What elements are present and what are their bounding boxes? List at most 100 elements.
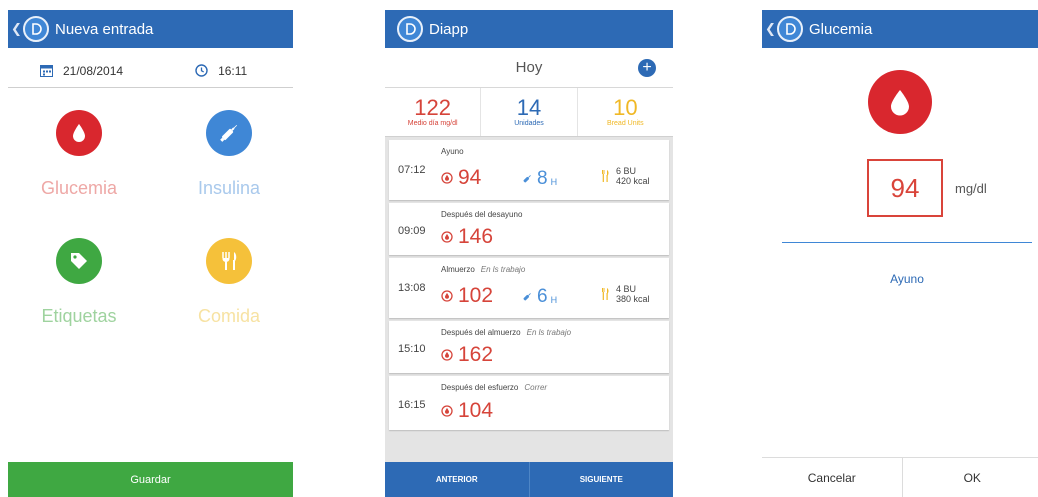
entry-row[interactable]: 15:10 Después del almuerzo En ls trabajo … xyxy=(389,321,669,373)
app-logo-icon[interactable] xyxy=(23,16,49,42)
insulin-unit: H xyxy=(550,295,558,305)
insulin-unit: H xyxy=(550,177,558,187)
category-label: Etiquetas xyxy=(41,306,117,326)
glucose-value: 104 xyxy=(458,399,494,422)
stat-value: 14 xyxy=(516,94,542,120)
glucose-value-input[interactable]: 94 xyxy=(867,159,943,217)
stat-average: 122 Medio día mg/dl xyxy=(385,88,482,136)
date-picker[interactable]: 21/08/2014 xyxy=(40,64,123,78)
daily-stats: 122 Medio día mg/dl 14 Unidades 10 Bread… xyxy=(385,88,673,137)
cancel-button[interactable]: Cancelar xyxy=(762,458,903,497)
entry-row[interactable]: 13:08 Almuerzo En ls trabajo 102 6 H 4 BU… xyxy=(389,258,669,318)
divider xyxy=(782,242,1032,243)
category-label: Insulina xyxy=(197,178,261,198)
entry-tag: En ls trabajo xyxy=(480,265,526,274)
glucose-entry-screen: ❮ Glucemia 94 mg/dl Ayuno Cancelar OK xyxy=(762,10,1038,497)
entry-name-text: Almuerzo xyxy=(441,265,475,274)
category-etiquetas[interactable]: Etiquetas xyxy=(14,238,144,327)
entry-time: 16:15 xyxy=(398,399,426,411)
entry-row[interactable]: 16:15 Después del esfuerzo Correr 104 xyxy=(389,376,669,430)
entry-time: 13:08 xyxy=(398,282,426,294)
entry-name: Ayuno xyxy=(441,147,464,156)
stat-bread-units: 10 Bread Units xyxy=(578,88,673,136)
glucose-reading: 102 xyxy=(441,284,493,308)
previous-button[interactable]: ANTERIOR xyxy=(385,462,530,497)
save-button[interactable]: Guardar xyxy=(8,462,293,497)
entry-name: Después del almuerzo En ls trabajo xyxy=(441,328,571,337)
tag-icon xyxy=(56,238,102,284)
fork-knife-icon xyxy=(206,238,252,284)
meal-tag[interactable]: Ayuno xyxy=(762,272,1038,286)
food-bu: 6 BU xyxy=(616,166,637,176)
clock-icon xyxy=(195,64,208,77)
entry-time: 15:10 xyxy=(398,343,426,355)
screen-title: Glucemia xyxy=(809,20,873,38)
food-bu: 4 BU xyxy=(616,284,637,294)
blood-drop-icon xyxy=(868,70,932,134)
dialog-buttons: Cancelar OK xyxy=(762,457,1038,497)
app-bar: ❮ Nueva entrada xyxy=(8,10,293,48)
glucose-reading: 94 xyxy=(441,166,481,190)
glucose-value: 162 xyxy=(458,343,494,366)
date-time-row: 21/08/2014 16:11 xyxy=(8,54,293,88)
entry-name-text: Ayuno xyxy=(441,147,464,156)
syringe-icon xyxy=(523,293,531,301)
blood-drop-icon xyxy=(441,290,453,302)
entry-row[interactable]: 07:12 Ayuno 94 8 H 6 BU 420 kcal xyxy=(389,140,669,200)
day-header: Hoy + xyxy=(385,48,673,88)
day-label: Hoy xyxy=(515,59,543,76)
new-entry-screen: ❮ Nueva entrada 21/08/2014 16:11 Glucemi… xyxy=(8,10,293,497)
time-picker[interactable]: 16:11 xyxy=(195,64,247,78)
entry-name: Después del desayuno xyxy=(441,210,522,219)
category-insulina[interactable]: Insulina xyxy=(164,110,293,199)
fork-knife-icon xyxy=(602,170,609,182)
stat-label: Unidades xyxy=(514,119,544,127)
app-bar: ❮ Glucemia xyxy=(762,10,1038,48)
stat-label: Medio día mg/dl xyxy=(407,119,458,127)
add-entry-button[interactable]: + xyxy=(638,59,656,77)
time-value: 16:11 xyxy=(218,63,248,78)
day-navigation: ANTERIOR SIGUIENTE xyxy=(385,462,673,497)
entry-time: 09:09 xyxy=(398,225,426,237)
glucose-reading: 104 xyxy=(441,399,493,423)
food-kcal: 420 kcal xyxy=(616,176,650,186)
blood-drop-icon xyxy=(441,172,453,184)
date-value: 21/08/2014 xyxy=(63,63,124,78)
food-reading: 6 BU 420 kcal xyxy=(601,166,650,186)
entry-name-text: Después del desayuno xyxy=(441,210,523,219)
blood-drop-icon xyxy=(56,110,102,156)
blood-drop-icon xyxy=(441,231,453,243)
screen-title: Diapp xyxy=(429,20,469,38)
app-logo-icon[interactable] xyxy=(397,16,423,42)
entry-row[interactable]: 09:09 Después del desayuno 146 xyxy=(389,203,669,255)
category-glucemia[interactable]: Glucemia xyxy=(14,110,144,199)
insulin-value: 8 xyxy=(537,168,548,189)
stat-units: 14 Unidades xyxy=(481,88,578,136)
category-comida[interactable]: Comida xyxy=(164,238,293,327)
glucose-value: 102 xyxy=(458,284,494,307)
entry-time: 07:12 xyxy=(398,164,426,176)
entry-tag: En ls trabajo xyxy=(526,328,572,337)
entry-name-text: Después del esfuerzo xyxy=(441,383,519,392)
fork-knife-icon xyxy=(602,288,609,300)
entry-tag: Correr xyxy=(524,383,548,392)
blood-drop-icon xyxy=(441,405,453,417)
blood-drop-icon xyxy=(441,349,453,361)
next-button[interactable]: SIGUIENTE xyxy=(530,462,674,497)
entry-name: Después del esfuerzo Correr xyxy=(441,383,547,392)
back-chevron-icon[interactable]: ❮ xyxy=(765,21,776,37)
entry-name: Almuerzo En ls trabajo xyxy=(441,265,525,274)
food-kcal: 380 kcal xyxy=(616,294,650,304)
category-label: Comida xyxy=(197,306,261,326)
glucose-reading: 146 xyxy=(441,225,493,249)
screen-title: Nueva entrada xyxy=(55,20,154,38)
ok-button[interactable]: OK xyxy=(903,458,1038,497)
diary-screen: Diapp Hoy + 122 Medio día mg/dl 14 Unida… xyxy=(385,10,673,497)
insulin-reading: 8 H xyxy=(521,168,557,190)
stat-label: Bread Units xyxy=(607,119,644,127)
glucose-value: 146 xyxy=(458,225,494,248)
entry-name-text: Después del almuerzo xyxy=(441,328,521,337)
app-logo-icon[interactable] xyxy=(777,16,803,42)
back-chevron-icon[interactable]: ❮ xyxy=(11,21,22,37)
glucose-unit: mg/dl xyxy=(955,181,987,196)
